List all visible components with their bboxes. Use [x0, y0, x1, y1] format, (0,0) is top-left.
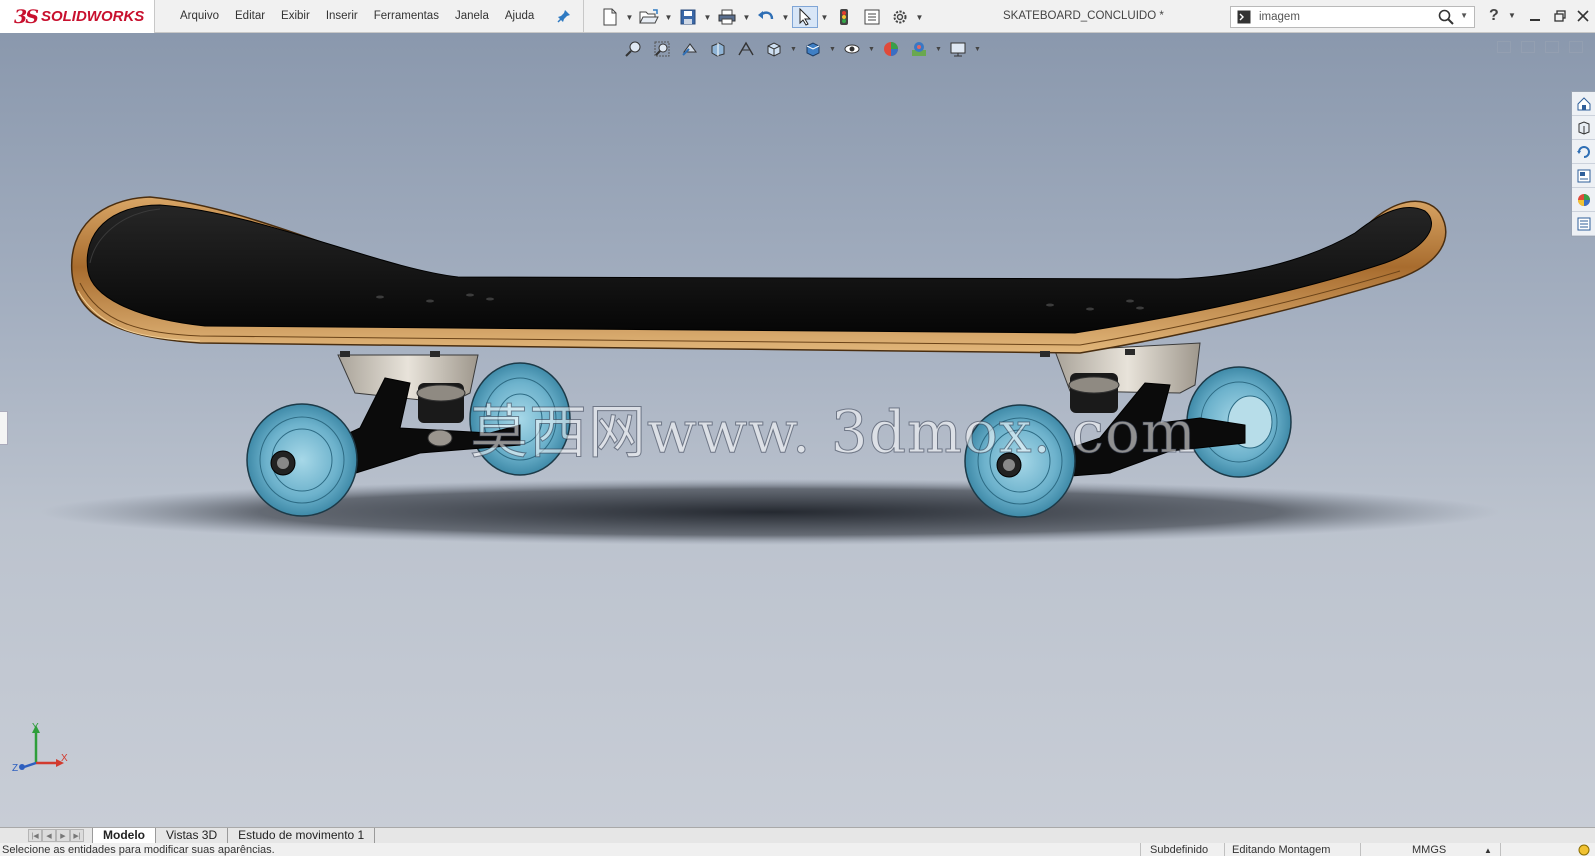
appearances-scenes-icon[interactable]	[1572, 188, 1595, 212]
menu-inserir[interactable]: Inserir	[318, 0, 366, 33]
rebuild-status-icon[interactable]	[1578, 844, 1590, 856]
new-dropdown-icon[interactable]: ▼	[625, 6, 634, 28]
select-arrow-icon[interactable]	[792, 6, 818, 28]
open-folder-icon[interactable]	[636, 6, 662, 28]
triad-x-label: X	[61, 753, 68, 764]
quick-access-toolbar: ▼ ▼ ▼ ▼ ▼ ▼ ▼	[597, 5, 924, 29]
menu-bar: Arquivo Editar Exibir Inserir Ferramenta…	[172, 0, 542, 33]
open-dropdown-icon[interactable]: ▼	[664, 6, 673, 28]
model-tabs: Modelo Vistas 3D Estudo de movimento 1	[92, 828, 376, 844]
save-icon[interactable]	[675, 6, 701, 28]
display-style-dropdown-icon[interactable]: ▼	[829, 46, 836, 53]
file-properties-icon[interactable]	[859, 6, 885, 28]
dynamic-annotation-icon[interactable]	[734, 38, 758, 60]
status-units[interactable]: MMGS	[1412, 844, 1446, 856]
graphics-viewport[interactable]: 莫西网www. 3dmox. com ▼ ▼ ▼ ▼ ▼ Y X Z	[0, 33, 1595, 827]
design-library-icon[interactable]	[1572, 116, 1595, 140]
document-title: SKATEBOARD_CONCLUIDO *	[1003, 10, 1164, 22]
undo-icon[interactable]	[753, 6, 779, 28]
view-palette-icon[interactable]	[1572, 164, 1595, 188]
viewport-window-controls	[1497, 41, 1583, 53]
tab-estudo-de-movimento[interactable]: Estudo de movimento 1	[227, 828, 376, 844]
units-dropdown-icon[interactable]: ▲	[1484, 844, 1492, 856]
status-definition: Subdefinido	[1150, 844, 1209, 856]
menu-arquivo[interactable]: Arquivo	[172, 0, 227, 33]
restore-icon[interactable]	[1549, 6, 1571, 26]
apply-scene-dropdown-icon[interactable]: ▼	[935, 46, 942, 53]
triad-z-label: Z	[12, 763, 18, 774]
watermark-text: 莫西网www. 3dmox. com	[470, 398, 1197, 467]
options-gear-icon[interactable]	[887, 6, 913, 28]
search-box[interactable]: ▼	[1230, 6, 1475, 28]
heads-up-view-toolbar: ▼ ▼ ▼ ▼ ▼	[622, 38, 981, 60]
reference-triad: Y X Z	[12, 722, 68, 774]
hide-show-items-icon[interactable]	[840, 38, 864, 60]
status-bar: Selecione as entidades para modificar su…	[0, 843, 1595, 856]
magnifier-icon[interactable]	[1438, 9, 1454, 28]
ds-logo-mark: 3S	[14, 5, 39, 28]
view-orientation-icon[interactable]	[762, 38, 786, 60]
file-explorer-icon[interactable]	[1572, 140, 1595, 164]
print-dropdown-icon[interactable]: ▼	[742, 6, 751, 28]
hide-show-dropdown-icon[interactable]: ▼	[868, 46, 875, 53]
status-mode: Editando Montagem	[1232, 844, 1331, 856]
tab-navigation: |◀ ◀ ▶ ▶|	[28, 829, 84, 842]
menu-exibir[interactable]: Exibir	[273, 0, 318, 33]
previous-view-icon[interactable]	[678, 38, 702, 60]
brand-name: SOLIDWORKS	[40, 8, 145, 25]
tab-modelo[interactable]: Modelo	[92, 828, 156, 844]
search-dropdown-icon[interactable]: ▼	[1460, 11, 1468, 20]
menu-janela[interactable]: Janela	[447, 0, 497, 33]
viewport-link-icon[interactable]	[1521, 41, 1535, 53]
menu-editar[interactable]: Editar	[227, 0, 273, 33]
title-bar: 3S SOLIDWORKS Arquivo Editar Exibir Inse…	[0, 0, 1595, 33]
solidworks-logo[interactable]: 3S SOLIDWORKS	[0, 0, 155, 33]
edit-appearance-icon[interactable]	[879, 38, 903, 60]
search-input[interactable]	[1259, 11, 1439, 23]
print-icon[interactable]	[714, 6, 740, 28]
viewport-split-icon[interactable]	[1497, 41, 1511, 53]
bottom-tab-bar: |◀ ◀ ▶ ▶| Modelo Vistas 3D Estudo de mov…	[0, 827, 1595, 844]
menu-ajuda[interactable]: Ajuda	[497, 0, 542, 33]
feature-manager-collapse-handle[interactable]	[0, 411, 8, 445]
view-orientation-dropdown-icon[interactable]: ▼	[790, 46, 797, 53]
task-pane-tabs	[1571, 91, 1595, 237]
save-dropdown-icon[interactable]: ▼	[703, 6, 712, 28]
tab-first-icon[interactable]: |◀	[28, 829, 42, 842]
command-search-icon[interactable]	[1235, 9, 1253, 25]
viewport-restore-icon[interactable]	[1569, 41, 1583, 53]
pin-menu-icon[interactable]	[556, 8, 572, 24]
close-icon[interactable]	[1572, 6, 1594, 26]
help-dropdown-icon[interactable]: ▼	[1508, 11, 1516, 20]
triad-y-label: Y	[32, 722, 39, 733]
zoom-to-area-icon[interactable]	[650, 38, 674, 60]
new-document-icon[interactable]	[597, 6, 623, 28]
help-icon[interactable]: ?	[1489, 7, 1499, 25]
apply-scene-icon[interactable]	[907, 38, 931, 60]
undo-dropdown-icon[interactable]: ▼	[781, 6, 790, 28]
options-dropdown-icon[interactable]: ▼	[915, 6, 924, 28]
toolbar-separator	[583, 0, 584, 33]
tab-last-icon[interactable]: ▶|	[70, 829, 84, 842]
custom-properties-icon[interactable]	[1572, 212, 1595, 236]
viewport-minimize-icon[interactable]	[1545, 41, 1559, 53]
display-style-icon[interactable]	[801, 38, 825, 60]
rear-near-wheel[interactable]	[246, 403, 358, 517]
deck[interactable]	[70, 196, 1447, 357]
tab-prev-icon[interactable]: ◀	[42, 829, 56, 842]
tab-next-icon[interactable]: ▶	[56, 829, 70, 842]
view-settings-dropdown-icon[interactable]: ▼	[974, 46, 981, 53]
rebuild-traffic-light-icon[interactable]	[831, 6, 857, 28]
view-settings-monitor-icon[interactable]	[946, 38, 970, 60]
menu-ferramentas[interactable]: Ferramentas	[366, 0, 447, 33]
section-view-icon[interactable]	[706, 38, 730, 60]
zoom-to-fit-icon[interactable]	[622, 38, 646, 60]
tab-vistas-3d[interactable]: Vistas 3D	[155, 828, 229, 844]
select-dropdown-icon[interactable]: ▼	[820, 6, 829, 28]
status-message: Selecione as entidades para modificar su…	[2, 844, 275, 856]
solidworks-resources-home-icon[interactable]	[1572, 92, 1595, 116]
minimize-icon[interactable]	[1524, 6, 1546, 26]
